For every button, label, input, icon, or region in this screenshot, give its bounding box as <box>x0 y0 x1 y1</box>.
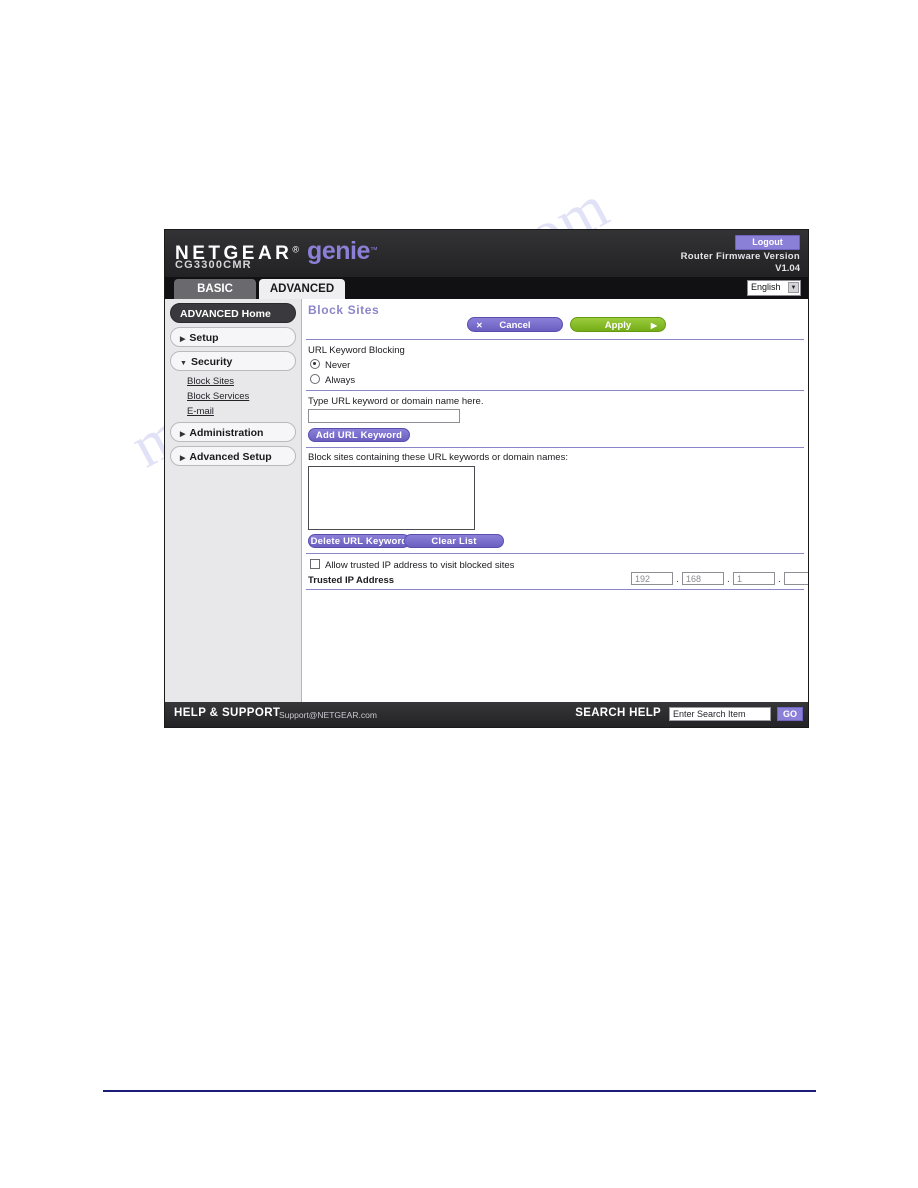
octet-separator: . <box>778 574 781 585</box>
radio-always-label: Always <box>325 375 356 386</box>
tab-basic[interactable]: BASIC <box>174 279 256 299</box>
divider-blocklist <box>306 447 804 448</box>
sidebar-sublink-email[interactable]: E-mail <box>187 405 301 418</box>
router-model: CG3300CMR <box>175 259 252 271</box>
cancel-button[interactable]: ✕ Cancel <box>467 317 563 332</box>
radio-never-label: Never <box>325 360 351 371</box>
content-area: Block Sites ✕ Cancel Apply ▶ URL Keyword… <box>302 299 808 727</box>
search-go-button[interactable]: GO <box>777 707 803 721</box>
action-button-row: ✕ Cancel Apply ▶ <box>302 317 808 339</box>
radio-always-indicator <box>310 374 320 384</box>
page-bottom-rule <box>103 1090 816 1092</box>
blocked-keywords-listbox[interactable] <box>308 466 475 530</box>
radio-never[interactable]: Never <box>310 359 350 371</box>
allow-trusted-ip-label: Allow trusted IP address to visit blocke… <box>325 560 515 571</box>
divider-trusted <box>306 553 804 554</box>
tab-strip: BASIC ADVANCED English ▼ <box>165 277 808 299</box>
sidebar-sublink-block-sites[interactable]: Block Sites <box>187 375 301 388</box>
sidebar-item-label: Setup <box>189 332 219 344</box>
page-canvas: manualsarchive.com NETGEAR®genie™ CG3300… <box>0 0 918 1188</box>
sidebar-security-sublinks: Block Sites Block Services E-mail <box>187 375 301 418</box>
language-select-value: English <box>751 282 781 292</box>
sidebar-item-label: Advanced Setup <box>189 451 272 463</box>
footer-bar: HELP & SUPPORT Support@NETGEAR.com SEARC… <box>165 702 808 727</box>
sidebar-item-advanced-setup[interactable]: ▶ Advanced Setup <box>170 446 296 466</box>
firmware-version: V1.04 <box>775 263 800 274</box>
radio-always[interactable]: Always <box>310 374 355 386</box>
type-keyword-label: Type URL keyword or domain name here. <box>308 396 484 407</box>
trusted-ip-octet-2[interactable] <box>682 572 724 585</box>
search-help-label: SEARCH HELP <box>575 707 661 719</box>
divider-keyword <box>306 390 804 391</box>
chevron-right-icon: ▶ <box>180 455 186 462</box>
sidebar-item-label: Security <box>190 356 233 368</box>
checkbox-indicator <box>310 559 320 569</box>
trusted-ip-label: Trusted IP Address <box>308 575 395 586</box>
tab-advanced[interactable]: ADVANCED <box>259 279 345 299</box>
search-help-input[interactable] <box>669 707 771 721</box>
clear-list-button[interactable]: Clear List <box>404 534 504 548</box>
sidebar-item-security[interactable]: ▼ Security <box>170 351 296 371</box>
app-header: NETGEAR® genie™ CG3300CMR Logout Router F… <box>165 230 808 277</box>
chevron-right-icon: ▶ <box>180 336 186 343</box>
divider-top <box>306 339 804 340</box>
router-admin-panel: NETGEAR® genie™ CG3300CMR Logout Router F… <box>164 229 809 728</box>
trusted-ip-octet-1[interactable] <box>631 572 673 585</box>
sidebar-sublink-block-services[interactable]: Block Services <box>187 390 301 403</box>
trusted-ip-octet-3[interactable] <box>733 572 775 585</box>
apply-button[interactable]: Apply ▶ <box>570 317 666 332</box>
support-email[interactable]: Support@NETGEAR.com <box>279 710 377 720</box>
sidebar-item-administration[interactable]: ▶ Administration <box>170 422 296 442</box>
sidebar-item-label: Administration <box>189 427 264 439</box>
sidebar-item-advanced-home[interactable]: ADVANCED Home <box>170 303 296 323</box>
block-list-label: Block sites containing these URL keyword… <box>308 452 568 463</box>
arrow-right-icon: ▶ <box>650 321 657 330</box>
trademark-icon: ™ <box>369 245 378 255</box>
add-url-keyword-button[interactable]: Add URL Keyword <box>308 428 410 442</box>
radio-never-indicator <box>310 359 320 369</box>
panel-body: ADVANCED Home ▶ Setup ▼ Security Block Sit… <box>165 299 808 727</box>
url-keyword-blocking-label: URL Keyword Blocking <box>308 345 405 356</box>
sidebar-item-setup[interactable]: ▶ Setup <box>170 327 296 347</box>
allow-trusted-ip-checkbox[interactable]: Allow trusted IP address to visit blocke… <box>310 559 514 571</box>
firmware-label: Router Firmware Version <box>680 251 800 262</box>
divider-bottom <box>306 589 804 590</box>
apply-button-label: Apply <box>604 320 632 331</box>
page-title: Block Sites <box>308 303 380 317</box>
registered-mark-icon: ® <box>292 244 300 255</box>
chevron-down-icon: ▼ <box>180 360 187 367</box>
sidebar: ADVANCED Home ▶ Setup ▼ Security Block Sit… <box>165 299 302 727</box>
genie-wordmark: genie <box>307 237 370 265</box>
language-select[interactable]: English ▼ <box>747 280 801 296</box>
cancel-button-label: Cancel <box>499 320 531 331</box>
chevron-down-icon: ▼ <box>788 282 799 293</box>
trusted-ip-octet-4[interactable] <box>784 572 808 585</box>
logout-button[interactable]: Logout <box>735 235 800 250</box>
delete-url-keyword-button[interactable]: Delete URL Keyword <box>308 534 410 548</box>
close-icon: ✕ <box>476 321 483 330</box>
url-keyword-input[interactable] <box>308 409 460 423</box>
octet-separator: . <box>727 574 730 585</box>
help-support-label: HELP & SUPPORT <box>174 707 281 719</box>
chevron-right-icon: ▶ <box>180 431 186 438</box>
octet-separator: . <box>676 574 679 585</box>
